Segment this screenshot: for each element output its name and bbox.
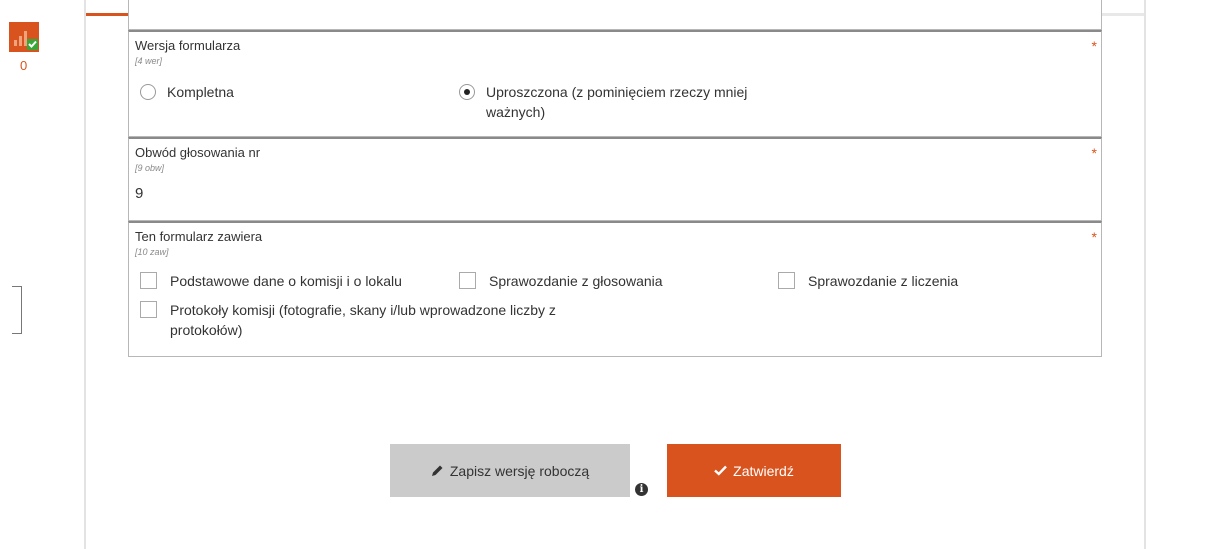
checkbox-box[interactable] bbox=[778, 272, 795, 289]
form-section-version: Wersja formularza [4 wer] * Kompletna Up… bbox=[128, 30, 1102, 137]
section-title: Ten formularz zawiera bbox=[135, 229, 263, 244]
section-hint: [4 wer] bbox=[135, 56, 163, 66]
required-marker: * bbox=[1091, 145, 1097, 161]
radio-label: Uproszczona (z pominięciem rzeczy mniej … bbox=[486, 84, 748, 120]
checkbox-box[interactable] bbox=[459, 272, 476, 289]
form: Wersja formularza [4 wer] * Kompletna Up… bbox=[128, 0, 1102, 357]
radio-kompletna[interactable]: Kompletna bbox=[140, 82, 234, 102]
checkbox-box[interactable] bbox=[140, 272, 157, 289]
submit-label: Zatwierdź bbox=[733, 462, 794, 479]
content-border-right bbox=[1144, 0, 1146, 549]
scroll-indicator bbox=[12, 286, 22, 334]
checkbox-counting-report[interactable]: Sprawozdanie z liczenia bbox=[778, 271, 958, 291]
radio-circle[interactable] bbox=[140, 84, 156, 100]
checkbox-box[interactable] bbox=[140, 301, 157, 318]
stats-check-icon[interactable] bbox=[9, 22, 39, 52]
sidebar-count: 0 bbox=[20, 58, 28, 73]
checkbox-label: Sprawozdanie z głosowania bbox=[489, 273, 663, 289]
info-icon[interactable]: i bbox=[635, 483, 648, 496]
section-hint: [9 obw] bbox=[135, 163, 165, 173]
checkbox-label: Protokoły komisji (fotografie, skany i/l… bbox=[170, 302, 556, 338]
checkbox-voting-report[interactable]: Sprawozdanie z głosowania bbox=[459, 271, 663, 291]
section-title: Obwód głosowania nr bbox=[135, 145, 261, 160]
form-section-previous bbox=[128, 0, 1102, 30]
save-draft-label: Zapisz wersję roboczą bbox=[449, 462, 590, 479]
section-title: Wersja formularza bbox=[135, 38, 241, 53]
submit-button[interactable]: Zatwierdź bbox=[667, 444, 841, 497]
radio-uproszczona[interactable]: Uproszczona (z pominięciem rzeczy mniej … bbox=[459, 82, 759, 122]
checkbox-protocols[interactable]: Protokoły komisji (fotografie, skany i/l… bbox=[140, 300, 620, 340]
check-icon bbox=[714, 465, 728, 476]
form-section-contents: Ten formularz zawiera [10 zaw] * Podstaw… bbox=[128, 221, 1102, 357]
radio-label: Kompletna bbox=[167, 84, 234, 100]
radio-circle-checked[interactable] bbox=[459, 84, 475, 100]
required-marker: * bbox=[1091, 38, 1097, 54]
content-border-left bbox=[84, 0, 86, 549]
section-hint: [10 zaw] bbox=[135, 247, 169, 257]
checkbox-label: Podstawowe dane o komisji i o lokalu bbox=[170, 273, 402, 289]
district-number-field[interactable]: 9 bbox=[135, 185, 143, 202]
form-section-district: Obwód głosowania nr [9 obw] * 9 bbox=[128, 137, 1102, 221]
required-marker: * bbox=[1091, 229, 1097, 245]
checkbox-basic-data[interactable]: Podstawowe dane o komisji i o lokalu bbox=[140, 271, 402, 291]
checkbox-label: Sprawozdanie z liczenia bbox=[808, 273, 959, 289]
save-draft-button[interactable]: Zapisz wersję roboczą bbox=[390, 444, 630, 497]
pencil-icon bbox=[431, 464, 444, 477]
